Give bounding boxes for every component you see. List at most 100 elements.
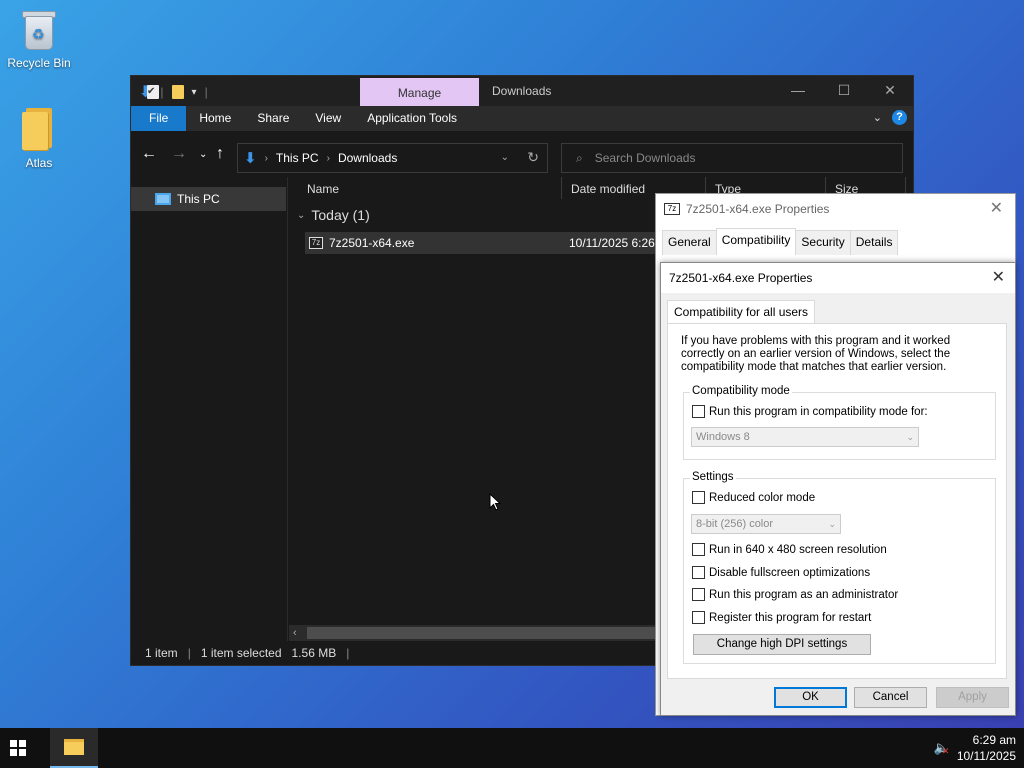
- resolution-640-checkbox[interactable]: Run in 640 x 480 screen resolution: [692, 543, 887, 556]
- maximize-button[interactable]: ☐: [821, 76, 867, 106]
- navigation-pane: This PC: [131, 177, 288, 641]
- intro-text: If you have problems with this program a…: [681, 335, 951, 373]
- checkbox-label: Run this program in compatibility mode f…: [709, 405, 928, 418]
- group-header[interactable]: ⌄ Today (1): [297, 207, 370, 223]
- group-title: Compatibility mode: [690, 385, 792, 397]
- chevron-down-icon: ⌄: [906, 432, 914, 442]
- color-mode-select[interactable]: 8-bit (256) color ⌄: [691, 514, 841, 534]
- apply-button[interactable]: Apply: [936, 687, 1009, 708]
- clock[interactable]: 6:29 am 10/11/2025: [957, 732, 1016, 764]
- recent-locations-icon[interactable]: ⌄: [199, 149, 207, 160]
- ok-button[interactable]: OK: [774, 687, 847, 708]
- folder-icon: [64, 739, 84, 755]
- refresh-icon[interactable]: ↻: [527, 149, 539, 166]
- executable-icon: 7z: [309, 237, 323, 249]
- tab-security[interactable]: Security: [795, 230, 851, 255]
- close-icon[interactable]: ✕: [990, 194, 1003, 224]
- tab-file[interactable]: File: [131, 106, 187, 131]
- title-bar: ⬇ | ✔ ▾ | Manage Downloads — ☐ ✕: [131, 76, 913, 106]
- chevron-right-icon[interactable]: ›: [265, 153, 268, 164]
- group-title: Settings: [690, 471, 736, 483]
- tab-home[interactable]: Home: [186, 106, 244, 131]
- checkbox[interactable]: [692, 611, 705, 624]
- tab-compatibility-all-users[interactable]: Compatibility for all users: [667, 300, 816, 323]
- downloads-icon: ⬇: [244, 150, 257, 167]
- desktop-icon-recycle-bin[interactable]: ♻ Recycle Bin: [3, 8, 75, 70]
- speaker-muted-icon[interactable]: 🔈 ✕: [934, 740, 950, 756]
- 7zip-icon: 7z: [664, 203, 680, 215]
- compatibility-dialog: 7z2501-x64.exe Properties ✕ Compatibilit…: [660, 262, 1016, 716]
- new-folder-quick-icon[interactable]: [171, 85, 184, 99]
- checkbox[interactable]: [692, 543, 705, 556]
- file-row[interactable]: 7z 7z2501-x64.exe 10/11/2025 6:26 a: [305, 232, 665, 254]
- compat-mode-checkbox[interactable]: Run this program in compatibility mode f…: [692, 405, 928, 418]
- properties-tabs: General Compatibility Security Details: [662, 228, 899, 255]
- taskbar-file-explorer[interactable]: [50, 728, 98, 768]
- chevron-right-icon[interactable]: ›: [327, 153, 330, 164]
- computer-icon: [155, 193, 171, 205]
- checkbox[interactable]: [692, 491, 705, 504]
- properties-quick-icon[interactable]: ✔: [147, 85, 159, 99]
- forward-arrow-icon[interactable]: →: [171, 145, 187, 163]
- tab-view[interactable]: View: [302, 106, 354, 131]
- close-icon[interactable]: ✕: [992, 263, 1005, 293]
- fullscreen-opt-checkbox[interactable]: Disable fullscreen optimizations: [692, 566, 870, 579]
- quick-access-toolbar: ⬇ | ✔ ▾ |: [139, 84, 208, 101]
- change-dpi-button[interactable]: Change high DPI settings: [693, 634, 871, 655]
- scroll-left-icon[interactable]: ‹: [293, 625, 297, 641]
- desktop-icon-label: Recycle Bin: [7, 56, 71, 70]
- address-bar[interactable]: ⬇ › This PC › Downloads ⌄ ↻: [237, 143, 548, 173]
- search-input[interactable]: ⌕ Search Downloads: [561, 143, 903, 173]
- checkbox[interactable]: [692, 405, 705, 418]
- status-size: 1.56 MB: [291, 646, 337, 660]
- run-as-admin-checkbox[interactable]: Run this program as an administrator: [692, 588, 898, 601]
- folder-icon: [22, 108, 56, 150]
- up-arrow-icon[interactable]: ↑: [216, 145, 224, 163]
- tab-compatibility[interactable]: Compatibility: [715, 228, 797, 253]
- chevron-down-icon: ⌄: [828, 519, 836, 529]
- register-restart-checkbox[interactable]: Register this program for restart: [692, 611, 871, 624]
- status-selected: 1 item selected: [200, 646, 282, 660]
- windows-start-icon[interactable]: [10, 740, 26, 756]
- clock-date: 10/11/2025: [956, 749, 1016, 763]
- checkbox-label: Run in 640 x 480 screen resolution: [709, 543, 887, 556]
- checkbox-label: Reduced color mode: [709, 491, 816, 504]
- column-name[interactable]: Name: [298, 177, 563, 199]
- file-date: 10/11/2025 6:26 a: [569, 236, 665, 250]
- checkbox[interactable]: [692, 588, 705, 601]
- tab-details[interactable]: Details: [849, 230, 899, 255]
- cancel-button[interactable]: Cancel: [854, 687, 927, 708]
- checkbox-label: Disable fullscreen optimizations: [709, 566, 871, 579]
- tab-share[interactable]: Share: [244, 106, 302, 131]
- status-item-count: 1 item: [145, 646, 178, 660]
- customize-toolbar-icon[interactable]: ▾: [192, 87, 197, 98]
- nav-item-this-pc[interactable]: This PC: [131, 187, 286, 211]
- checkbox-label: Run this program as an administrator: [709, 588, 899, 601]
- reduced-color-checkbox[interactable]: Reduced color mode: [692, 491, 815, 504]
- tab-manage[interactable]: Manage: [360, 78, 479, 106]
- search-icon: ⌕: [576, 150, 583, 165]
- tab-application-tools[interactable]: Application Tools: [354, 106, 470, 131]
- select-value: 8-bit (256) color: [696, 518, 774, 530]
- minimize-button[interactable]: —: [775, 76, 821, 106]
- breadcrumb-this-pc[interactable]: This PC: [276, 151, 319, 165]
- address-dropdown-icon[interactable]: ⌄: [501, 152, 509, 163]
- properties-title: 7z2501-x64.exe Properties: [686, 202, 830, 216]
- expand-ribbon-icon[interactable]: ⌄: [873, 111, 882, 124]
- help-icon[interactable]: ?: [892, 110, 907, 125]
- ribbon-tabs: File Home Share View Application Tools ⌄…: [131, 106, 913, 131]
- breadcrumb-downloads[interactable]: Downloads: [338, 151, 397, 165]
- close-button[interactable]: ✕: [867, 76, 913, 106]
- checkbox[interactable]: [692, 566, 705, 579]
- scrollbar-thumb[interactable]: [307, 627, 655, 639]
- tab-general[interactable]: General: [662, 230, 717, 255]
- group-label: Today (1): [311, 207, 370, 223]
- compat-mode-select[interactable]: Windows 8 ⌄: [691, 427, 919, 447]
- dialog-title: 7z2501-x64.exe Properties: [669, 271, 813, 285]
- chevron-down-icon: ⌄: [297, 209, 306, 221]
- back-arrow-icon[interactable]: ←: [141, 145, 157, 163]
- nav-item-label: This PC: [177, 192, 220, 206]
- desktop-icon-atlas[interactable]: Atlas: [3, 108, 75, 170]
- compatibility-panel: If you have problems with this program a…: [667, 323, 1007, 679]
- settings-group: Settings Reduced color mode 8-bit (256) …: [683, 471, 996, 664]
